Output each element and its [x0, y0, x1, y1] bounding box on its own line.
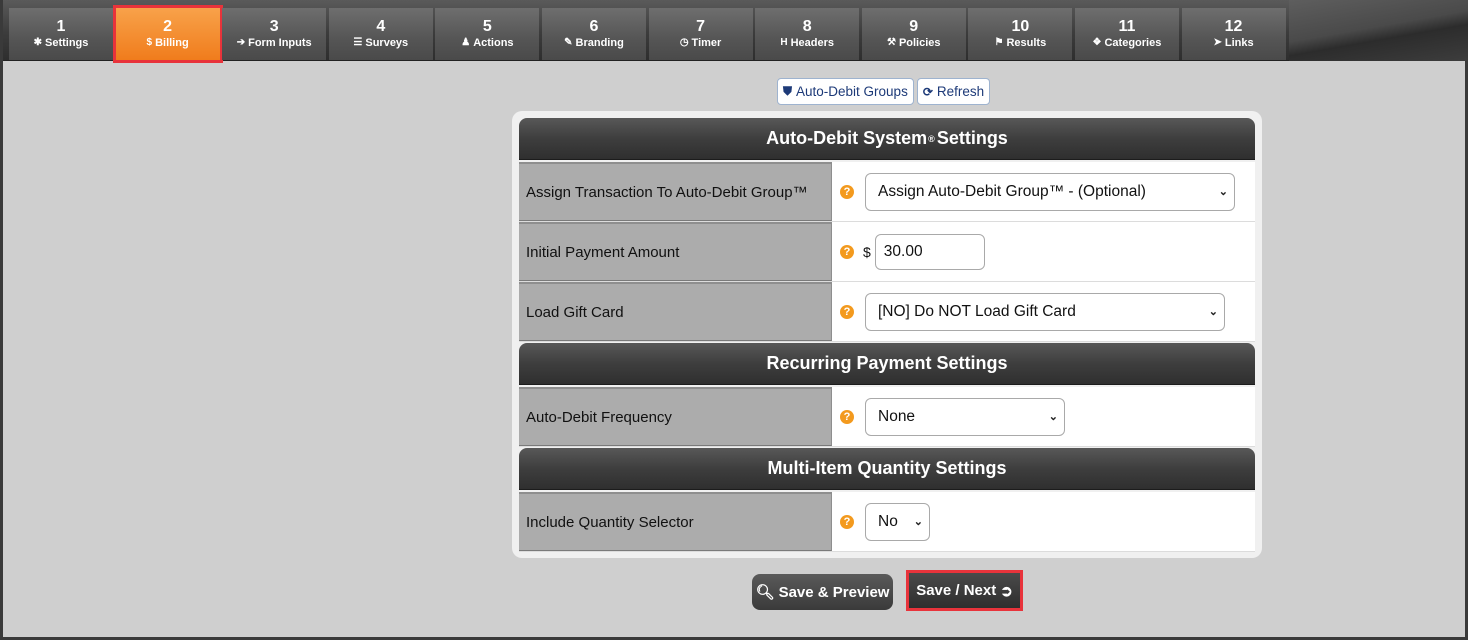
section-title: Auto-Debit System	[766, 128, 928, 148]
help-icon[interactable]: ?	[840, 304, 854, 319]
tab-label: Billing	[155, 37, 189, 49]
tab-results[interactable]: 10 ⚑ Results	[968, 8, 1073, 60]
gear-icon: ✱	[33, 37, 42, 48]
cubes-icon: ❖	[1092, 37, 1102, 48]
tab-number: 1	[56, 18, 66, 35]
field-label: Initial Payment Amount	[519, 222, 832, 281]
shield-icon: ⛊	[783, 84, 793, 98]
tab-number: 8	[802, 18, 812, 35]
top-toolbar: ⛊ Auto-Debit Groups ⟳ Refresh	[777, 78, 991, 105]
dollar-icon: $	[146, 37, 153, 48]
tab-label: Settings	[44, 37, 89, 49]
row-gift-card: Load Gift Card ? [NO] Do NOT Load Gift C…	[519, 282, 1255, 342]
chevron-down-icon: ⌄	[1208, 306, 1218, 318]
row-initial-payment: Initial Payment Amount ? $ 30.00	[519, 222, 1255, 282]
tab-label: Branding	[575, 37, 624, 49]
save-next-button[interactable]: Save / Next ➲	[906, 570, 1023, 611]
tab-number: 2	[163, 18, 173, 35]
tab-number: 10	[1011, 18, 1030, 35]
tab-list: 1 ✱ Settings 2 $ Billing 3 ➔ Form Inputs 4 …	[9, 5, 1288, 63]
tab-label: Categories	[1104, 37, 1162, 49]
tab-form-inputs[interactable]: 3 ➔ Form Inputs	[222, 8, 327, 60]
section-header-auto-debit: Auto-Debit System ® Settings	[519, 118, 1255, 160]
help-icon[interactable]: ?	[840, 244, 854, 259]
tab-timer[interactable]: 7 ◷ Timer	[648, 8, 753, 60]
user-icon: ♟	[461, 37, 471, 48]
tab-label: Surveys	[365, 37, 409, 49]
tab-surveys[interactable]: 4 ☰ Surveys	[328, 8, 433, 60]
tab-number: 6	[589, 18, 599, 35]
tab-label: Actions	[473, 37, 514, 49]
section-header-multi-item: Multi-Item Quantity Settings	[519, 448, 1255, 490]
header-icon: H	[780, 37, 788, 48]
currency-symbol: $	[863, 243, 871, 260]
auto-debit-groups-button[interactable]: ⛊ Auto-Debit Groups	[777, 78, 914, 105]
gift-card-select[interactable]: [NO] Do NOT Load Gift Card ⌄	[865, 292, 1225, 331]
tab-number: 9	[909, 18, 919, 35]
chevron-down-icon: ⌄	[1218, 186, 1228, 198]
brush-icon: ✎	[564, 37, 573, 48]
chevron-down-icon: ⌄	[913, 516, 923, 528]
tab-policies[interactable]: 9 ⚒ Policies	[861, 8, 966, 60]
tab-headers[interactable]: 8 H Headers	[755, 8, 860, 60]
section-header-recurring: Recurring Payment Settings	[519, 343, 1255, 385]
field-label: Include Quantity Selector	[519, 492, 832, 551]
tab-actions[interactable]: 5 ♟ Actions	[435, 8, 540, 60]
tab-label: Headers	[790, 37, 834, 49]
assign-group-select[interactable]: Assign Auto-Debit Group™ - (Optional) ⌄	[865, 172, 1235, 211]
tab-number: 7	[696, 18, 706, 35]
gavel-icon: ⚒	[886, 37, 896, 48]
initial-payment-input[interactable]: 30.00	[874, 233, 985, 270]
tab-label: Results	[1006, 37, 1047, 49]
tab-number: 4	[376, 18, 386, 35]
tab-branding[interactable]: 6 ✎ Branding	[541, 8, 646, 60]
help-icon[interactable]: ?	[840, 514, 854, 529]
field-label: Assign Transaction To Auto-Debit Group™	[519, 162, 832, 221]
pointer-icon: ➤	[1213, 37, 1222, 48]
tab-categories[interactable]: 11 ❖ Categories	[1074, 8, 1179, 60]
section-title: Multi-Item Quantity Settings	[767, 458, 1007, 478]
row-frequency: Auto-Debit Frequency ? None ⌄	[519, 387, 1255, 447]
help-icon[interactable]: ?	[840, 409, 854, 424]
field-label: Load Gift Card	[519, 282, 832, 341]
save-preview-button[interactable]: 🔍︎ Save & Preview	[752, 574, 893, 610]
tab-bar: 1 ✱ Settings 2 $ Billing 3 ➔ Form Inputs 4 …	[3, 0, 1468, 63]
registered-mark: ®	[928, 133, 935, 144]
refresh-button[interactable]: ⟳ Refresh	[916, 78, 991, 105]
tab-number: 11	[1118, 18, 1136, 35]
search-icon: 🔍︎	[755, 584, 775, 601]
tab-links[interactable]: 12 ➤ Links	[1181, 8, 1286, 60]
tab-number: 5	[482, 18, 492, 35]
app-frame: 1 ✱ Settings 2 $ Billing 3 ➔ Form Inputs 4 …	[0, 0, 1468, 640]
row-assign-group: Assign Transaction To Auto-Debit Group™ …	[519, 162, 1255, 222]
tab-label: Links	[1224, 37, 1254, 49]
tab-label: Policies	[898, 37, 941, 49]
field-label: Auto-Debit Frequency	[519, 387, 832, 446]
tab-settings[interactable]: 1 ✱ Settings	[9, 8, 113, 60]
flag-icon: ⚑	[994, 37, 1004, 48]
refresh-icon: ⟳	[922, 84, 933, 99]
tab-label: Form Inputs	[248, 37, 312, 49]
row-quantity: Include Quantity Selector ? No ⌄	[519, 492, 1255, 552]
chevron-down-icon: ⌄	[1048, 411, 1058, 423]
clock-icon: ◷	[679, 37, 689, 48]
section-title: Recurring Payment Settings	[766, 353, 1008, 373]
list-icon: ☰	[353, 37, 363, 48]
sign-in-icon: ➔	[236, 37, 246, 48]
tab-billing[interactable]: 2 $ Billing	[112, 5, 223, 63]
help-icon[interactable]: ?	[840, 184, 854, 199]
tab-number: 12	[1224, 18, 1243, 35]
tab-label: Timer	[691, 37, 722, 49]
quantity-select[interactable]: No ⌄	[865, 502, 930, 541]
tab-number: 3	[269, 18, 279, 35]
arrow-circle-right-icon: ➲	[1000, 582, 1013, 600]
frequency-select[interactable]: None ⌄	[865, 397, 1065, 436]
